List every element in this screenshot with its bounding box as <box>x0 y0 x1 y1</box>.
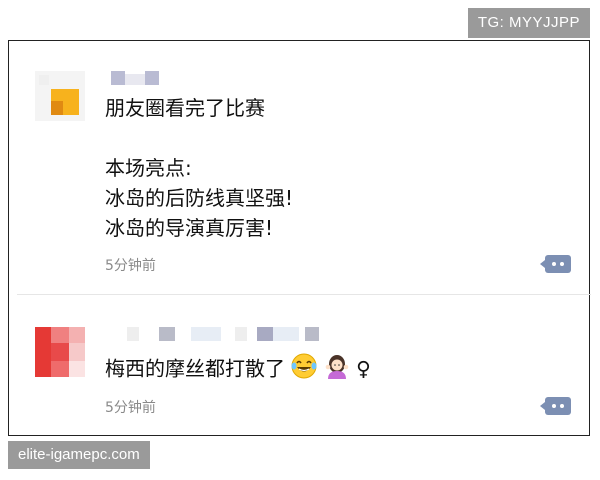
comment-button[interactable] <box>540 255 571 273</box>
post-text: 梅西的摩丝都打散了 <box>105 356 285 381</box>
comment-button[interactable] <box>540 397 571 415</box>
avatar[interactable] <box>35 71 85 121</box>
avatar[interactable] <box>35 327 85 377</box>
comment-icon <box>540 260 545 268</box>
female-sign: ♀ <box>356 356 371 381</box>
moments-card: 朋友圈看完了比赛 本场亮点: 冰岛的后防线真坚强! 冰岛的导演真厉害! 5分钟前 <box>8 40 591 436</box>
comment-icon <box>540 402 545 410</box>
post-text-line: 朋友圈看完了比赛 <box>105 96 265 120</box>
post-time: 5分钟前 <box>105 400 156 416</box>
watermark-top: TG: MYYJJPP <box>467 8 590 38</box>
watermark-bottom: elite-igamepc.com <box>8 441 150 469</box>
divider <box>17 294 591 295</box>
post-text-line: 本场亮点: <box>105 156 192 180</box>
tears-of-joy-emoji-icon <box>291 353 317 387</box>
username-blurred[interactable] <box>109 327 319 341</box>
post-text-line: 梅西的摩丝都打散了 ♀ <box>105 353 371 387</box>
shrug-woman-emoji-icon <box>324 353 350 387</box>
post-time: 5分钟前 <box>105 258 156 274</box>
post-text-line: 冰岛的导演真厉害! <box>105 216 274 240</box>
post-text-line: 冰岛的后防线真坚强! <box>105 186 294 210</box>
username-blurred[interactable] <box>111 71 171 85</box>
